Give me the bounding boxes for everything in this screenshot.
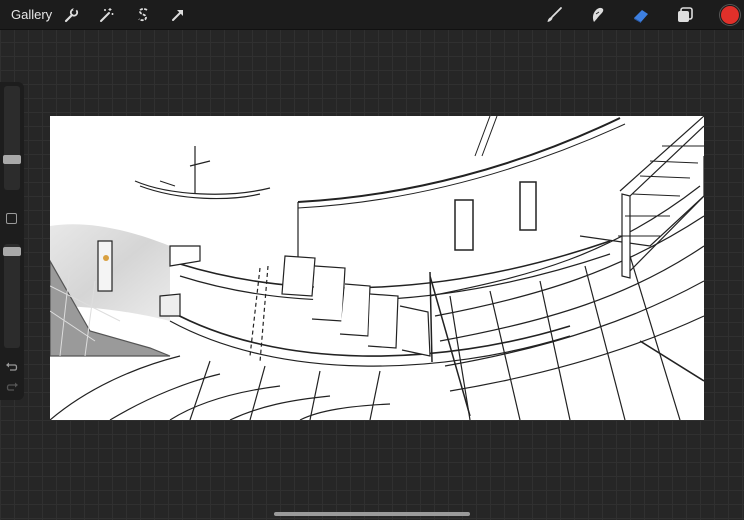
brush-size-thumb[interactable] — [3, 155, 21, 164]
left-sidebar — [0, 82, 24, 400]
selection-icon[interactable] — [133, 5, 153, 25]
drawing-canvas[interactable] — [50, 116, 704, 420]
redo-arrow-icon[interactable] — [5, 380, 19, 392]
undo-arrow-icon[interactable] — [5, 360, 19, 372]
opacity-slider[interactable] — [4, 244, 20, 348]
architectural-sketch — [50, 116, 704, 420]
top-toolbar: Gallery — [0, 0, 744, 30]
magic-wand-icon[interactable] — [96, 5, 116, 25]
opacity-thumb[interactable] — [3, 247, 21, 256]
home-indicator — [274, 512, 470, 516]
modify-button[interactable] — [6, 213, 17, 224]
layers-icon[interactable] — [675, 5, 695, 25]
wrench-icon[interactable] — [61, 5, 81, 25]
smudge-icon[interactable] — [587, 5, 607, 25]
brush-size-slider[interactable] — [4, 86, 20, 190]
brush-icon[interactable] — [544, 5, 564, 25]
eraser-icon[interactable] — [631, 5, 651, 25]
current-color-button[interactable] — [720, 5, 740, 25]
transform-arrow-icon[interactable] — [168, 5, 188, 25]
gallery-button[interactable]: Gallery — [11, 7, 52, 22]
